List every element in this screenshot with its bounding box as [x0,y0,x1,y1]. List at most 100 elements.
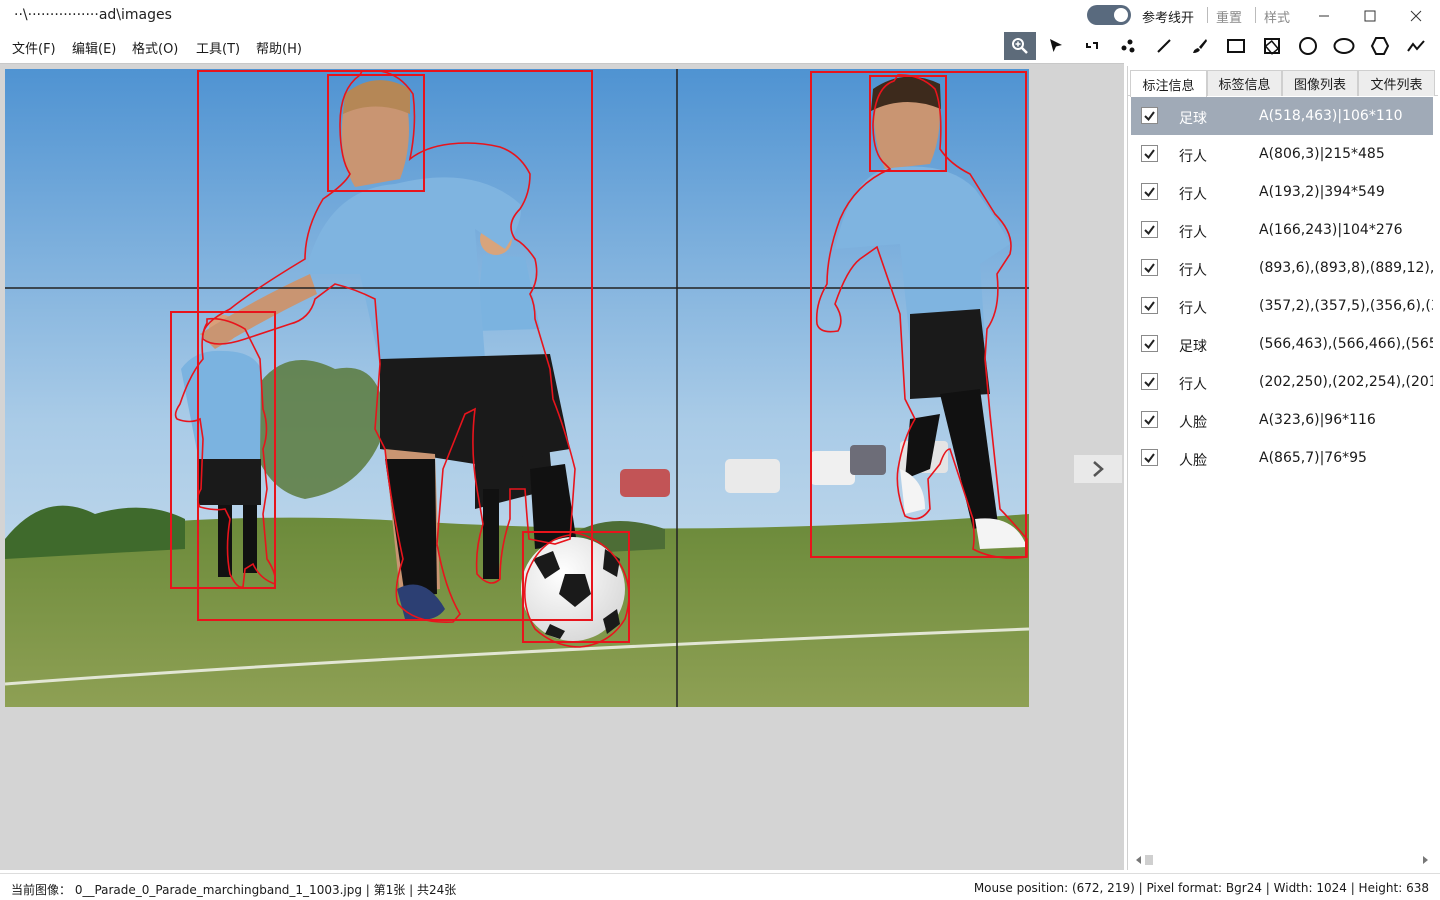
car [725,459,780,493]
annotation-coords: (566,463),(566,466),(565,46 [1259,336,1433,352]
annotation-row[interactable]: 行人 (357,2),(357,5),(356,6),(355 [1131,287,1433,325]
checkmark-icon [1144,225,1155,236]
select-tool[interactable] [1040,32,1072,60]
annotation-label: 足球 [1179,339,1207,355]
points-tool[interactable] [1112,32,1144,60]
annotation-label: 人脸 [1179,415,1207,431]
zoom-icon [1012,38,1028,54]
reference-lines-label[interactable]: 参考线开 [1142,7,1194,26]
annotation-label: 行人 [1179,225,1207,241]
annotation-checkbox[interactable] [1141,107,1158,124]
annotated-image[interactable] [5,69,1029,707]
chevron-right-icon [1093,461,1104,477]
soccer-photo[interactable] [5,69,1029,707]
circle-tool[interactable] [1292,32,1324,60]
rectangle-tool[interactable] [1220,32,1252,60]
checkmark-icon [1144,339,1155,350]
annotation-checkbox[interactable] [1141,297,1158,314]
window-title: ··\················ad\images [14,7,172,23]
tab-label-info[interactable]: 标签信息 [1207,70,1282,96]
expand-panel-button[interactable] [1074,455,1122,483]
annotation-checkbox[interactable] [1141,449,1158,466]
brush-tool[interactable] [1184,32,1216,60]
annotation-checkbox[interactable] [1141,145,1158,162]
annotation-row[interactable]: 行人 A(193,2)|394*549 [1131,173,1433,211]
annotation-label: 行人 [1179,263,1207,279]
annotation-checkbox[interactable] [1141,373,1158,390]
zoom-tool[interactable] [1004,32,1036,60]
rectangle-icon [1227,39,1245,53]
horizontal-scrollbar[interactable] [1131,852,1433,868]
car [620,469,670,497]
panel-tabs: 标注信息 标签信息 图像列表 文件列表 [1128,70,1438,97]
annotation-row[interactable]: 足球 A(518,463)|106*110 [1131,97,1433,135]
polygon-tool[interactable] [1364,32,1396,60]
menu-help[interactable]: 帮助(H) [256,38,302,57]
ellipse-tool[interactable] [1328,32,1360,60]
crop-icon [1086,42,1098,49]
menu-edit[interactable]: 编辑(E) [72,38,116,57]
toggle-knob [1114,8,1128,22]
annotation-checkbox[interactable] [1141,259,1158,276]
annotation-label: 行人 [1179,301,1207,317]
checkmark-icon [1144,377,1155,388]
annotation-coords: A(166,243)|104*276 [1259,222,1403,238]
crop-tool[interactable] [1076,32,1108,60]
annotation-row[interactable]: 行人 (202,250),(202,254),(201,25 [1131,363,1433,401]
annotation-coords: (893,6),(893,8),(889,12),(88 [1259,260,1433,276]
line-icon [1157,39,1171,53]
divider [1207,7,1208,23]
annotation-checkbox[interactable] [1141,221,1158,238]
annotation-row[interactable]: 人脸 A(865,7)|76*95 [1131,439,1433,477]
rotated-rect-tool[interactable] [1256,32,1288,60]
menu-tools[interactable]: 工具(T) [196,38,240,57]
image-canvas-area[interactable] [0,63,1124,870]
close-button[interactable] [1393,0,1439,31]
line-tool[interactable] [1148,32,1180,60]
style-button[interactable]: 样式 [1264,7,1290,26]
divider [1255,7,1256,23]
menu-file[interactable]: 文件(F) [12,38,56,57]
annotation-checkbox[interactable] [1141,411,1158,428]
annotation-checkbox[interactable] [1141,183,1158,200]
car [810,451,855,485]
menu-bar: 文件(F) 编辑(E) 格式(O) 工具(T) 帮助(H) [0,31,1440,63]
annotation-row[interactable]: 人脸 A(323,6)|96*116 [1131,401,1433,439]
menu-format[interactable]: 格式(O) [132,38,178,57]
points-icon [1121,39,1135,53]
maximize-button[interactable] [1347,0,1393,31]
maximize-icon [1364,10,1376,21]
annotation-coords: A(806,3)|215*485 [1259,146,1385,162]
circle-icon [1299,37,1317,55]
rotated-rect-icon [1264,38,1280,55]
close-icon [1410,10,1422,21]
annotation-row[interactable]: 行人 A(166,243)|104*276 [1131,211,1433,249]
annotation-coords: A(323,6)|96*116 [1259,412,1376,428]
right-panel: 标注信息 标签信息 图像列表 文件列表 足球 A(518,463)|106*110… [1127,66,1438,870]
soccer-ball [521,537,625,641]
car [850,445,886,475]
annotation-row[interactable]: 行人 (893,6),(893,8),(889,12),(88 [1131,249,1433,287]
minimize-button[interactable] [1301,0,1347,31]
annotation-checkbox[interactable] [1141,335,1158,352]
tab-file-list[interactable]: 文件列表 [1358,70,1435,96]
status-bar: 当前图像： 0__Parade_0_Parade_marchingband_1_… [0,873,1440,900]
annotation-coords: A(865,7)|76*95 [1259,450,1367,466]
mouse-position-status: Mouse position: (672, 219) | Pixel forma… [973,881,1429,895]
annotation-row[interactable]: 行人 A(806,3)|215*485 [1131,135,1433,173]
scrollbar-arrows-icon [1136,855,1428,865]
checkmark-icon [1144,263,1155,274]
annotation-label: 足球 [1179,111,1207,127]
title-bar: ··\················ad\images 参考线开 重置 样式 [0,0,1440,31]
annotation-label: 行人 [1179,149,1207,165]
current-image-status: 当前图像： 0__Parade_0_Parade_marchingband_1_… [11,883,457,897]
checkmark-icon [1144,111,1155,122]
annotation-coords: (357,2),(357,5),(356,6),(355 [1259,298,1433,314]
tab-image-list[interactable]: 图像列表 [1282,70,1358,96]
annotation-label: 行人 [1179,187,1207,203]
reset-button[interactable]: 重置 [1216,7,1242,26]
polyline-tool[interactable] [1400,32,1432,60]
tab-annotation-info[interactable]: 标注信息 [1130,70,1207,97]
annotation-row[interactable]: 足球 (566,463),(566,466),(565,46 [1131,325,1433,363]
reference-lines-toggle[interactable] [1087,5,1131,25]
